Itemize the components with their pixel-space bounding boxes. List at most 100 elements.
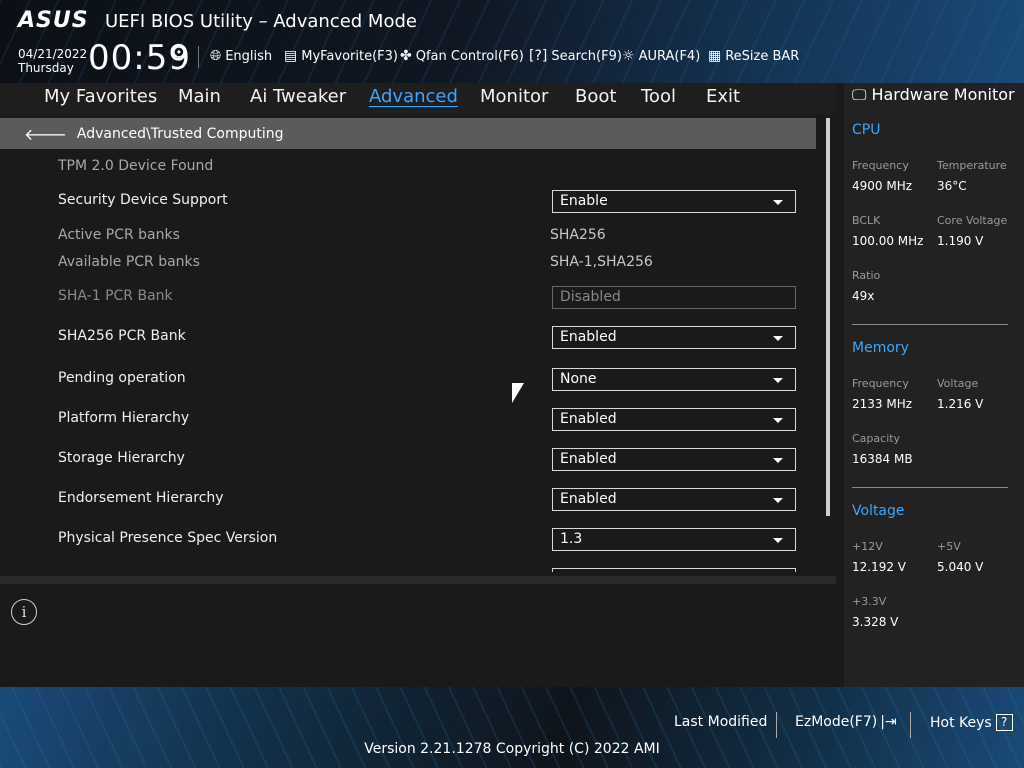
search-icon: [?] [529,48,548,64]
day-display: Thursday [18,61,74,75]
capacity-label: Capacity [852,432,901,445]
v33-label: +3.3V [852,595,887,608]
myfavorite-button[interactable]: ▤ MyFavorite(F3) [284,46,398,66]
cpu-temperature-label: Temperature [937,159,1007,172]
select-value: Enabled [560,411,617,427]
bclk-value: 100.00 MHz [852,234,924,248]
info-icon: i [11,599,37,625]
qfan-label: Qfan Control(F6) [415,48,524,64]
asus-logo: ASUS [18,8,89,33]
hw-divider [852,487,1008,488]
hot-keys-label: Hot Keys [930,714,992,731]
pending-operation-select[interactable]: None [552,368,796,391]
memory-frequency-label: Frequency [852,377,909,390]
v5-value: 5.040 V [937,560,984,574]
core-voltage-label: Core Voltage [937,214,1008,227]
gear-icon[interactable]: ⚙ [170,40,188,64]
fan-icon: ✤ [400,48,412,64]
monitor-icon: 🖵 [852,85,867,104]
v5-label: +5V [937,540,961,553]
app-title: UEFI BIOS Utility – Advanced Mode [105,11,417,32]
bclk-label: BCLK [852,214,881,227]
back-arrow-icon[interactable]: 🡐 [24,124,67,144]
sha1-pcr-bank-select: Disabled [552,286,796,309]
tab-advanced[interactable]: Advanced [369,86,458,107]
cpu-heading: CPU [852,122,881,138]
resize-bar-label: ReSize BAR [725,48,800,64]
select-value: 1.3 [560,531,583,547]
tab-tool[interactable]: Tool [641,86,676,107]
tab-ai-tweaker[interactable]: Ai Tweaker [250,86,346,107]
hardware-monitor-label: Hardware Monitor [871,85,1015,104]
tab-my-favorites[interactable]: My Favorites [44,86,157,107]
resize-bar-icon: ▦ [708,48,722,64]
security-device-support-label: Security Device Support [58,192,228,208]
aura-label: AURA(F4) [638,48,701,64]
memory-heading: Memory [852,340,909,356]
select-value: Enabled [560,491,617,507]
exit-to-icon: |⇥ [880,714,897,730]
toolbar-divider [198,46,199,68]
memory-voltage-value: 1.216 V [937,397,984,411]
breadcrumb: 🡐 Advanced\Trusted Computing [0,118,816,149]
chevron-down-icon [773,458,783,463]
storage-hierarchy-select[interactable]: Enabled [552,448,796,471]
tab-exit[interactable]: Exit [706,86,740,107]
mouse-cursor-icon [512,383,524,403]
select-value: Disabled [560,289,621,305]
tpm-device-found: TPM 2.0 Device Found [58,158,214,174]
ratio-label: Ratio [852,269,881,282]
aura-button[interactable]: ☼ AURA(F4) [622,46,700,66]
search-button[interactable]: [?] Search(F9) [529,46,622,66]
help-icon: ? [995,714,1013,731]
scrollbar[interactable] [826,118,830,516]
chevron-down-icon [773,418,783,423]
hot-keys-button[interactable]: Hot Keys ? [930,714,1013,731]
myfavorite-label: MyFavorite(F3) [301,48,398,64]
language-button[interactable]: 🌐︎ English [210,46,272,66]
endorsement-hierarchy-select[interactable]: Enabled [552,488,796,511]
active-pcr-banks-label: Active PCR banks [58,227,180,243]
date-display: 04/21/2022 [18,47,88,61]
sha256-pcr-bank-select[interactable]: Enabled [552,326,796,349]
memory-voltage-label: Voltage [937,377,979,390]
tab-monitor[interactable]: Monitor [480,86,548,107]
select-value: Enable [560,193,608,209]
chevron-down-icon [773,538,783,543]
select-value: Enabled [560,329,617,345]
v12-label: +12V [852,540,883,553]
ratio-value: 49x [852,289,875,303]
hardware-monitor-title: 🖵 Hardware Monitor [852,85,1015,104]
qfan-control-button[interactable]: ✤ Qfan Control(F6) [400,46,524,66]
language-label: English [225,48,273,64]
ezmode-button[interactable]: EzMode(F7) |⇥ [795,714,897,730]
memory-frequency-value: 2133 MHz [852,397,913,411]
security-device-support-select[interactable]: Enable [552,190,796,213]
core-voltage-value: 1.190 V [937,234,984,248]
platform-hierarchy-select[interactable]: Enabled [552,408,796,431]
capacity-value: 16384 MB [852,452,913,466]
hw-divider [852,324,1008,325]
chevron-down-icon [773,498,783,503]
search-label: Search(F9) [551,48,622,64]
tab-main[interactable]: Main [178,86,221,107]
cpu-frequency-label: Frequency [852,159,909,172]
chevron-down-icon [773,378,783,383]
v33-value: 3.328 V [852,615,899,629]
version-text: Version 2.21.1278 Copyright (C) 2022 AMI [364,741,660,757]
sha1-pcr-bank-label: SHA-1 PCR Bank [58,288,173,304]
sha256-pcr-bank-label: SHA256 PCR Bank [58,328,186,344]
available-pcr-banks-label: Available PCR banks [58,254,200,270]
resize-bar-button[interactable]: ▦ ReSize BAR [708,46,799,66]
breadcrumb-text: Advanced\Trusted Computing [76,125,284,142]
storage-hierarchy-label: Storage Hierarchy [58,450,185,466]
pending-operation-label: Pending operation [58,370,186,386]
cpu-frequency-value: 4900 MHz [852,179,913,193]
ezmode-label: EzMode(F7) [795,714,878,730]
cpu-temperature-value: 36°C [937,179,967,193]
last-modified-button[interactable]: Last Modified [674,714,767,730]
tab-boot[interactable]: Boot [575,86,616,107]
info-divider [0,576,836,584]
next-setting-select-partial[interactable] [552,568,796,572]
physical-presence-spec-select[interactable]: 1.3 [552,528,796,551]
